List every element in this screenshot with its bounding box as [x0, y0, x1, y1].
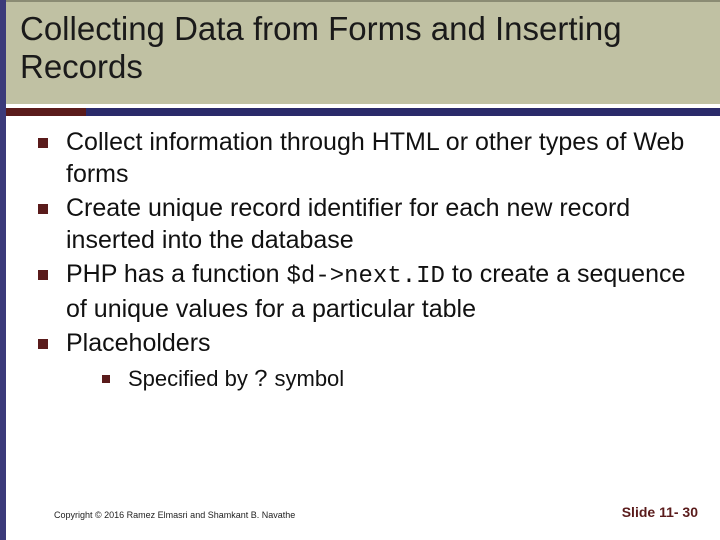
bullet-text: Placeholders: [66, 329, 211, 357]
slide-body: Collect information through HTML or othe…: [6, 116, 720, 396]
slide-title: Collecting Data from Forms and Inserting…: [20, 10, 706, 86]
bullet-text: Create unique record identifier for each…: [66, 194, 630, 254]
bullet-list: Collect information through HTML or othe…: [32, 126, 694, 396]
list-item: Collect information through HTML or othe…: [32, 126, 694, 190]
sub-bullet-list: Specified by ? symbol: [66, 365, 694, 396]
list-item: Placeholders Specified by ? symbol: [32, 327, 694, 396]
accent-bar: [6, 108, 720, 116]
list-item: PHP has a function $d->next.ID to create…: [32, 258, 694, 325]
slide: Collecting Data from Forms and Inserting…: [0, 0, 720, 540]
list-item: Create unique record identifier for each…: [32, 192, 694, 256]
accent-segment-right: [86, 108, 720, 116]
bullet-text-suffix: symbol: [268, 366, 344, 391]
bullet-text-prefix: Specified by: [128, 366, 254, 391]
bullet-code: ?: [254, 367, 268, 394]
accent-segment-left: [6, 108, 86, 116]
bullet-text-prefix: PHP has a function: [66, 260, 287, 288]
footer-slide-number: Slide 11- 30: [622, 504, 698, 520]
bullet-code: $d->next.ID: [287, 263, 445, 290]
bullet-text: Collect information through HTML or othe…: [66, 128, 684, 188]
footer-copyright: Copyright © 2016 Ramez Elmasri and Shamk…: [54, 510, 295, 520]
title-bar: Collecting Data from Forms and Inserting…: [6, 0, 720, 104]
list-item: Specified by ? symbol: [100, 365, 694, 396]
